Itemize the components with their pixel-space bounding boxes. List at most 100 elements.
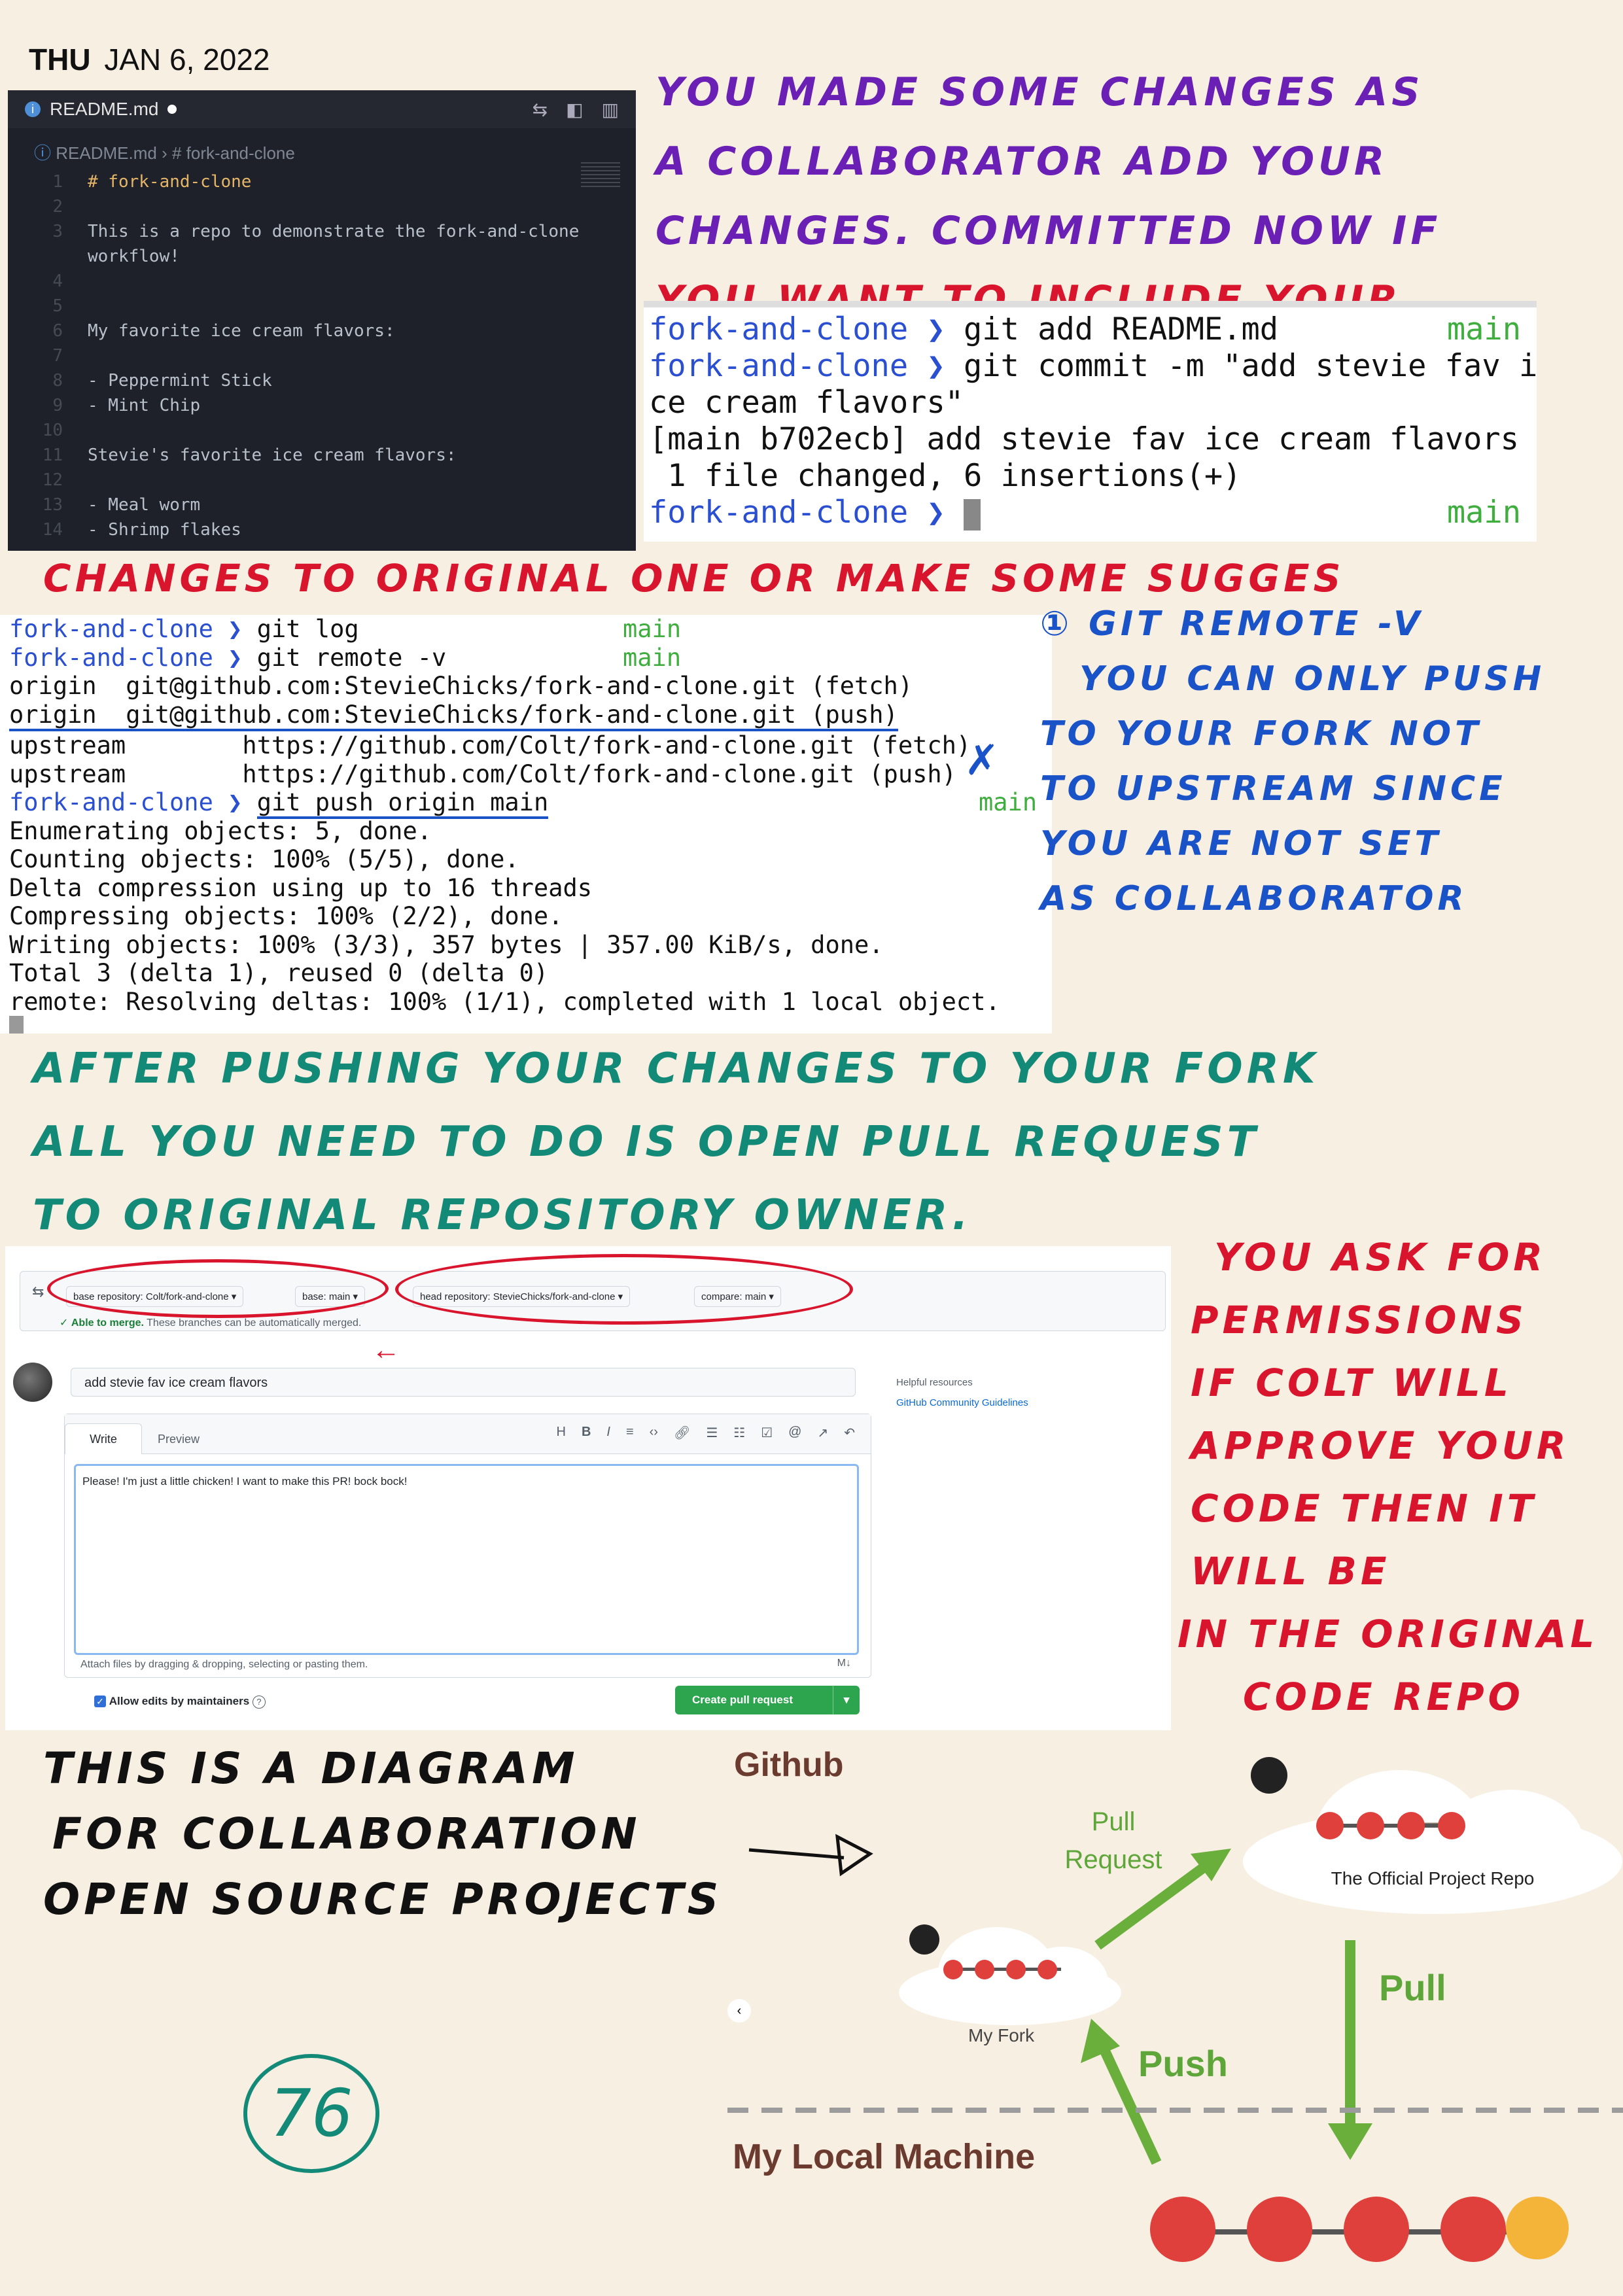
note-approval-line: CODE THEN IT xyxy=(1191,1486,1537,1531)
code-icon[interactable]: ‹› xyxy=(650,1425,658,1441)
check-icon: ✓ xyxy=(60,1317,69,1329)
pr-title-input[interactable]: add stevie fav ice cream flavors xyxy=(71,1368,856,1397)
reply-icon[interactable]: ↶ xyxy=(844,1425,855,1441)
tab-write[interactable]: Write xyxy=(65,1423,142,1454)
pr-body-textarea[interactable]: Please! I'm just a little chicken! I wan… xyxy=(74,1464,859,1655)
bullet-list-icon[interactable]: ☰ xyxy=(706,1425,718,1441)
terminal-line: fork-and-clone ❯ git commit -m "add stev… xyxy=(649,348,1537,384)
note-diagram-line: FOR COLLABORATION xyxy=(52,1809,641,1859)
line-number: 12 xyxy=(42,470,63,490)
collapse-chevron-icon[interactable]: ‹ xyxy=(727,1999,751,2023)
unsaved-dot-icon xyxy=(167,105,177,114)
code-line[interactable]: 7 xyxy=(8,343,636,368)
task-list-icon[interactable]: ☑ xyxy=(761,1425,773,1441)
output-line: Counting objects: 100% (5/5), done. xyxy=(9,845,519,873)
note-page: { "date": { "day": "THU", "date": "JAN 6… xyxy=(0,0,1623,2296)
compare-icon[interactable]: ⇆ xyxy=(532,99,548,120)
note-approval-line: WILL BE xyxy=(1191,1549,1391,1593)
page-number-circle: 76 xyxy=(243,2054,379,2173)
reference-icon[interactable]: ↗ xyxy=(817,1425,828,1441)
guidelines-link[interactable]: GitHub Community Guidelines xyxy=(896,1397,1028,1408)
terminal-cursor[interactable] xyxy=(9,1016,1043,1034)
layout-icon[interactable]: ▥ xyxy=(602,99,619,120)
commit-dot xyxy=(975,1960,994,1979)
code-line[interactable]: 11 Stevie's favorite ice cream flavors: xyxy=(8,443,636,468)
terminal-push: fork-and-clone ❯ git log main fork-and-cl… xyxy=(0,615,1052,1034)
checkbox-checked-icon[interactable]: ✓ xyxy=(94,1696,106,1707)
code-line[interactable]: 8 - Peppermint Stick xyxy=(8,368,636,393)
note-pr-line: AFTER PUSHING YOUR CHANGES TO YOUR FORK xyxy=(33,1045,1319,1093)
note-diagram-line: THIS IS A DIAGRAM xyxy=(43,1743,579,1794)
split-editor-icon[interactable]: ◧ xyxy=(566,99,583,120)
code-line[interactable]: 3 This is a repo to demonstrate the fork-… xyxy=(8,219,636,244)
editor-tab-bar: i README.md ⇆ ◧ ▥ xyxy=(8,90,636,128)
code-editor: i README.md ⇆ ◧ ▥ ⓘ README.md › # fork-a… xyxy=(8,90,636,551)
line-number: 13 xyxy=(42,495,63,515)
remote-line: origin git@github.com:StevieChicks/fork-… xyxy=(9,672,913,700)
code-line[interactable]: 4 xyxy=(8,269,636,294)
breadcrumb-symbol[interactable]: # fork-and-clone xyxy=(172,143,295,163)
code-line[interactable]: 6 My favorite ice cream flavors: xyxy=(8,319,636,343)
commit-dot-latest xyxy=(1506,2197,1569,2259)
line-text: workflow! xyxy=(88,247,180,266)
note-top-line-1: YOU MADE SOME CHANGES AS xyxy=(655,69,1424,115)
code-lines[interactable]: 1 # fork-and-clone 2 3 This is a repo to dem… xyxy=(8,169,636,542)
allow-edits[interactable]: ✓ Allow edits by maintainers ? xyxy=(94,1695,266,1709)
code-line[interactable]: 9 - Mint Chip xyxy=(8,393,636,418)
heading-icon[interactable]: H xyxy=(556,1425,565,1441)
note-diagram: THIS IS A DIAGRAM FOR COLLABORATION OPEN… xyxy=(43,1736,722,1932)
fork-commits xyxy=(943,1957,1074,1983)
dropdown-caret-icon[interactable]: ▾ xyxy=(833,1686,860,1714)
note-remote-line: TO YOUR FORK NOT xyxy=(1040,714,1482,754)
link-icon[interactable]: 🔗︎ xyxy=(674,1425,690,1441)
tab-preview[interactable]: Preview xyxy=(158,1433,200,1446)
code-line[interactable]: 5 xyxy=(8,294,636,319)
line-text: # fork-and-clone xyxy=(88,172,252,192)
code-line[interactable]: 14 - Shrimp flakes xyxy=(8,517,636,542)
code-line[interactable]: 10 xyxy=(8,418,636,443)
output-line: Delta compression using up to 16 threads xyxy=(9,873,593,902)
attach-hint[interactable]: Attach files by dragging & dropping, sel… xyxy=(80,1655,368,1675)
code-line[interactable]: 12 xyxy=(8,468,636,493)
code-line[interactable]: 2 xyxy=(8,194,636,219)
italic-icon[interactable]: I xyxy=(606,1425,610,1441)
local-commits xyxy=(1150,2197,1569,2269)
line-number: 2 xyxy=(52,197,63,217)
note-top-line-3: CHANGES. COMMITTED NOW IF xyxy=(655,208,1442,254)
date-header: THU JAN 6, 2022 xyxy=(29,42,270,77)
code-line[interactable]: workflow! xyxy=(8,244,636,269)
note-diagram-line: OPEN SOURCE PROJECTS xyxy=(43,1874,723,1924)
breadcrumb-file[interactable]: README.md xyxy=(56,143,157,163)
commit-dot xyxy=(1247,2197,1312,2262)
commit-dot xyxy=(1316,1812,1344,1839)
editor-tab[interactable]: README.md xyxy=(50,99,158,120)
line-text: Stevie's favorite ice cream flavors: xyxy=(88,445,457,465)
line-number: 3 xyxy=(52,222,63,241)
date-label: JAN 6, 2022 xyxy=(104,43,270,77)
pull-request-form: ⇆ base repository: Colt/fork-and-clone ▾… xyxy=(5,1246,1171,1730)
terminal-titlebar: fork-and-clone — coltsteele@MacBook-Pro … xyxy=(998,301,1183,307)
numbered-list-icon[interactable]: ☷ xyxy=(733,1425,745,1441)
line-text: - Meal worm xyxy=(88,495,201,515)
output-line: Compressing objects: 100% (2/2), done. xyxy=(9,902,563,930)
note-approval-line: IF COLT WILL xyxy=(1191,1361,1512,1405)
remote-line: upstream https://github.com/Colt/fork-an… xyxy=(9,759,956,788)
line-number: 7 xyxy=(52,346,63,366)
note-pull-request: AFTER PUSHING YOUR CHANGES TO YOUR FORK … xyxy=(33,1032,1616,1252)
avatar xyxy=(13,1363,52,1402)
code-line[interactable]: 13 - Meal worm xyxy=(8,493,636,517)
commit-dot xyxy=(1438,1812,1465,1839)
line-text: - Shrimp flakes xyxy=(88,520,241,540)
note-approval-line: IN THE ORIGINAL xyxy=(1178,1612,1599,1656)
line-number: 1 xyxy=(52,172,63,192)
quote-icon[interactable]: ≡ xyxy=(626,1425,634,1441)
mention-icon[interactable]: @ xyxy=(788,1425,801,1441)
bold-icon[interactable]: B xyxy=(582,1425,591,1441)
code-line[interactable]: 1 # fork-and-clone xyxy=(8,169,636,194)
terminal-prompt[interactable]: fork-and-clone ❯ main xyxy=(649,495,1531,531)
create-pr-button[interactable]: Create pull request ▾ xyxy=(675,1686,860,1714)
remote-line: origin git@github.com:StevieChicks/fork-… xyxy=(9,701,898,731)
editor-box: Write Preview H B I ≡ ‹› 🔗︎ ☰ ☷ ☑ @ ↗ ↶ … xyxy=(64,1414,871,1678)
line-number: 6 xyxy=(52,321,63,341)
output-line: remote: Resolving deltas: 100% (1/1), co… xyxy=(9,987,1000,1016)
